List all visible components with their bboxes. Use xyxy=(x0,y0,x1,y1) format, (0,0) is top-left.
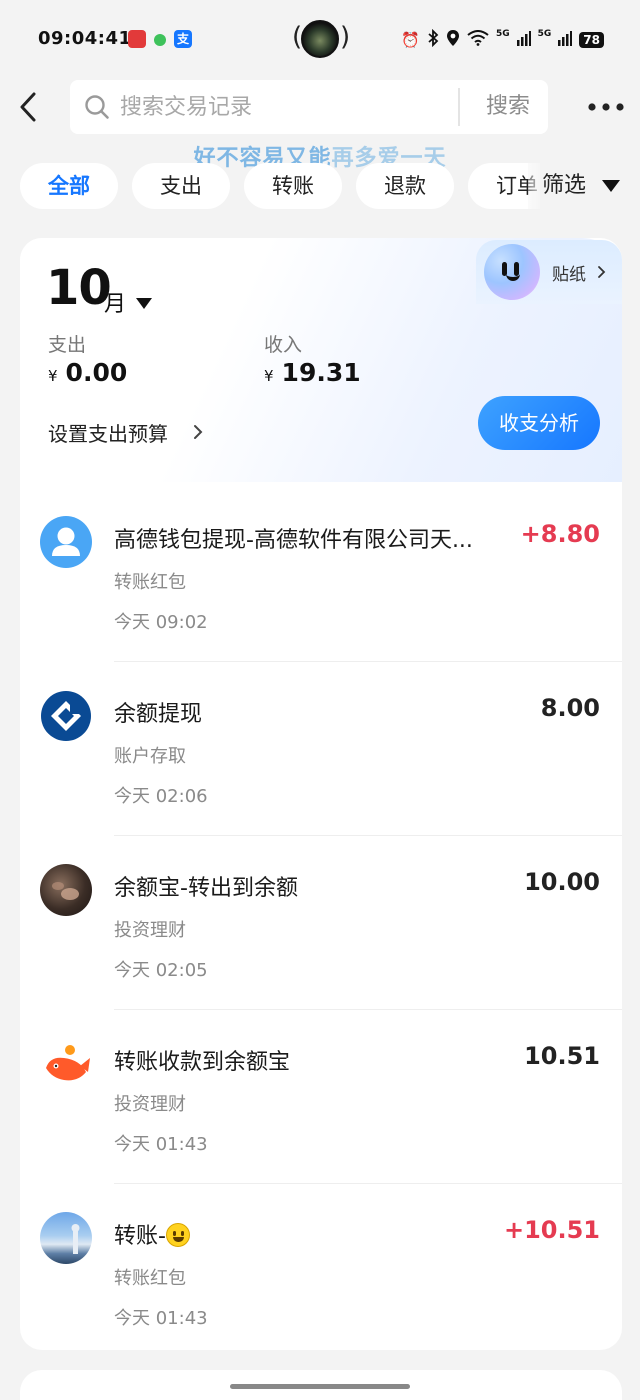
month-dropdown-icon[interactable] xyxy=(136,298,152,309)
transaction-title: 转账收款到余额宝 xyxy=(114,1050,291,1075)
expense-label: 支出 xyxy=(48,334,87,356)
signal-bars-icon-b xyxy=(558,30,573,50)
tab-transfer[interactable]: 转账 xyxy=(244,163,342,209)
search-button[interactable]: 搜索 xyxy=(468,80,548,134)
income-amount: ¥19.31 xyxy=(264,358,361,387)
status-bar: 09:04:41 支 ( ) ⏰ 5G 5G 78 xyxy=(0,0,640,80)
more-options-icon[interactable] xyxy=(584,92,628,122)
status-right-icons: ⏰ 5G 5G 78 xyxy=(401,28,604,51)
search-bar: 搜索 xyxy=(70,80,548,134)
signal-5g-icon-a: 5G xyxy=(495,29,510,39)
transaction-title: 余额宝-转出到余额 xyxy=(114,876,298,901)
back-arrow-icon[interactable] xyxy=(14,88,48,128)
sticker-button[interactable]: 贴纸 xyxy=(476,240,622,304)
transaction-amount: +8.80 xyxy=(520,520,600,548)
transaction-amount: 10.51 xyxy=(524,1042,600,1070)
chevron-right-icon xyxy=(596,264,608,278)
tab-all[interactable]: 全部 xyxy=(20,163,118,209)
filter-button[interactable]: 筛选 xyxy=(528,163,640,209)
wechat-icon xyxy=(154,34,166,46)
signal-bars-icon-a xyxy=(516,30,531,50)
status-time: 09:04:41 xyxy=(38,28,132,49)
app-red-icon xyxy=(128,30,146,48)
month-number[interactable]: 10 xyxy=(46,260,112,316)
search-input[interactable] xyxy=(120,90,450,124)
smiley-sticker-icon xyxy=(484,244,540,300)
tab-expense[interactable]: 支出 xyxy=(132,163,230,209)
transaction-time: 今天 02:05 xyxy=(114,960,208,981)
transaction-amount: +10.51 xyxy=(503,1216,600,1244)
transaction-row[interactable]: 余额提现 账户存取 今天 02:06 8.00 xyxy=(20,662,622,836)
location-icon xyxy=(446,29,460,51)
alarm-icon: ⏰ xyxy=(401,31,420,49)
transaction-time: 今天 02:06 xyxy=(114,786,208,807)
filter-label: 筛选 xyxy=(542,173,587,198)
battery-indicator: 78 xyxy=(579,32,604,48)
yuebao-fish-icon xyxy=(40,1038,92,1090)
transaction-row[interactable]: 转账- 转账红包 今天 01:43 +10.51 xyxy=(20,1184,622,1350)
income-label: 收入 xyxy=(264,334,303,356)
transaction-category: 转账红包 xyxy=(114,572,186,593)
wifi-icon xyxy=(467,30,489,50)
search-divider xyxy=(458,88,460,126)
search-icon xyxy=(84,94,110,120)
signal-5g-icon-b: 5G xyxy=(537,29,552,39)
user-photo-avatar xyxy=(40,864,92,916)
category-tabs: 全部 支出 转账 退款 订单 xyxy=(20,163,540,211)
income-expense-analysis-button[interactable]: 收支分析 xyxy=(478,396,600,450)
ccb-bank-icon xyxy=(40,690,92,742)
alipay-icon: 支 xyxy=(174,30,192,48)
sticker-label: 贴纸 xyxy=(552,265,586,285)
tab-refund[interactable]: 退款 xyxy=(356,163,454,209)
transactions-card: 10 月 支出 ¥0.00 收入 ¥19.31 设置支出预算 收支分析 高德钱包… xyxy=(20,238,622,1350)
grinning-face-emoji xyxy=(165,1223,190,1247)
transaction-category: 账户存取 xyxy=(114,746,186,767)
transaction-row[interactable]: 高德钱包提现-高德软件有限公司天... 转账红包 今天 09:02 +8.80 xyxy=(20,488,622,662)
transaction-title: 高德钱包提现-高德软件有限公司天... xyxy=(114,528,473,553)
bluetooth-icon xyxy=(427,28,439,51)
transaction-row[interactable]: 余额宝-转出到余额 投资理财 今天 02:05 10.00 xyxy=(20,836,622,1010)
transaction-category: 投资理财 xyxy=(114,920,186,941)
transaction-title: 余额提现 xyxy=(114,702,203,727)
camera-island: ( ) xyxy=(292,18,350,60)
transaction-amount: 10.00 xyxy=(524,868,600,896)
transaction-time: 今天 01:43 xyxy=(114,1134,208,1155)
transaction-category: 转账红包 xyxy=(114,1268,186,1289)
transaction-time: 今天 09:02 xyxy=(114,612,208,633)
transaction-category: 投资理财 xyxy=(114,1094,186,1115)
chevron-right-icon xyxy=(192,424,204,440)
transaction-row[interactable]: 转账收款到余额宝 投资理财 今天 01:43 10.51 xyxy=(20,1010,622,1184)
set-budget-link[interactable]: 设置支出预算 xyxy=(48,418,168,447)
expense-amount: ¥0.00 xyxy=(48,358,128,387)
person-avatar-icon xyxy=(40,516,92,568)
transaction-time: 今天 01:43 xyxy=(114,1308,208,1329)
month-unit[interactable]: 月 xyxy=(104,286,126,318)
home-indicator[interactable] xyxy=(230,1384,410,1389)
transaction-title: 转账- xyxy=(114,1218,514,1250)
transaction-amount: 8.00 xyxy=(540,694,600,722)
sky-photo-avatar xyxy=(40,1212,92,1264)
live-activity-avatar xyxy=(301,20,339,58)
caret-down-icon xyxy=(602,180,620,192)
